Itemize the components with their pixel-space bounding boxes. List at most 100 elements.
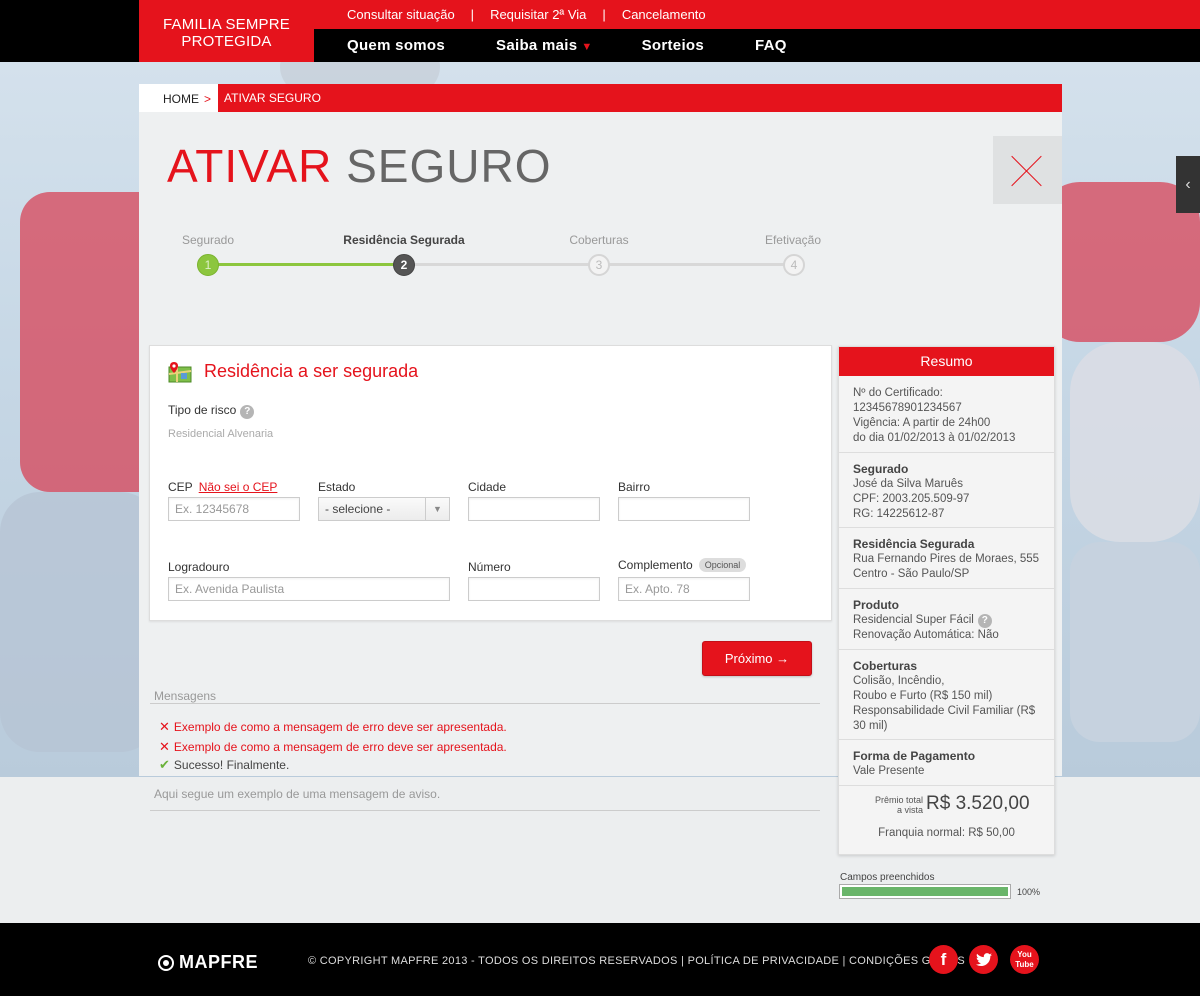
franquia: Franquia normal: R$ 50,00 [878,827,1015,839]
progress-bar-fill [842,887,1008,896]
premio-value: R$ 3.520,00 [926,793,1030,814]
facebook-icon[interactable]: f [929,945,958,974]
summary-produto-name-text: Residencial Super Fácil [853,614,974,626]
summary-vigencia-dates: do dia 01/02/2013 à 01/02/2013 [853,432,1016,444]
summary-residencia-address: Rua Fernando Pires de Moraes, 555 [853,553,1040,565]
summary-coberturas-line: Colisão, Incêndio, [853,675,945,687]
link-consultar-situacao[interactable]: Consultar situação [347,7,455,22]
step-circle-2[interactable]: 2 [393,254,415,276]
bairro-input[interactable] [618,497,750,521]
estado-label: Estado [318,480,356,494]
top-links: Consultar situação | Requisitar 2ª Via |… [347,7,706,22]
mapfre-logo-text: MAPFRE [179,952,258,972]
cidade-input[interactable] [468,497,600,521]
cep-label: CEP Não sei o CEP [168,480,277,494]
summary-produto-renovacao: Renovação Automática: Não [853,629,999,641]
summary-coberturas-title: Coberturas [853,659,918,673]
summary-produto-title: Produto [853,598,899,612]
estado-select[interactable]: - selecione - ▼ [318,497,450,521]
page-title: ATIVAR SEGURO [167,139,551,193]
summary-residencia-city: Centro - São Paulo/SP [853,568,970,580]
success-message-text: Sucesso! Finalmente. [173,758,290,772]
nav-sorteios[interactable]: Sorteios [642,37,704,54]
separator: | [602,7,606,22]
step-connector-done [210,263,405,266]
logradouro-input[interactable]: Ex. Avenida Paulista [168,577,450,601]
summary-residencia-title: Residência Segurada [853,537,975,551]
summary-panel: Resumo Nº do Certificado: 12345678901234… [838,346,1055,855]
summary-segurado-title: Segurado [853,462,909,476]
background-shape [1070,542,1200,742]
separator: | [470,7,475,22]
footer-links: © COPYRIGHT MAPFRE 2013 - TODOS OS DIREI… [308,955,965,967]
divider [150,703,820,704]
breadcrumb-home[interactable]: HOME [163,92,199,106]
link-requisitar-2via[interactable]: Requisitar 2ª Via [490,7,586,22]
cep-label-text: CEP [168,480,193,494]
form-title: Residência a ser segurada [204,361,419,381]
link-nao-sei-cep[interactable]: Não sei o CEP [199,480,278,494]
error-message-text: Exemplo de como a mensagem de erro deve … [173,720,507,734]
error-message-text: Exemplo de como a mensagem de erro deve … [173,740,507,754]
step-circle-4: 4 [783,254,805,276]
optional-badge: Opcional [698,558,747,572]
step-label-4: Efetivação [764,233,822,247]
progress-bar [839,884,1011,899]
cidade-label: Cidade [468,480,507,494]
complemento-label: Complemento Opcional [618,558,747,572]
nav-saiba-mais[interactable]: Saiba mais ▼ [496,37,593,54]
premio-label: Prêmio total a vista [861,795,923,815]
residence-form-card: Residência a ser segurada Tipo de risco?… [149,345,832,621]
copyright-text: © COPYRIGHT MAPFRE 2013 - TODOS OS DIREI… [308,955,678,967]
error-icon: ✕ [159,739,170,754]
summary-produto: Produto Residencial Super Fácil? Renovaç… [839,589,1054,650]
summary-certificate: Nº do Certificado: 12345678901234567 Vig… [839,377,1054,453]
chevron-left-icon: ‹ [1185,176,1191,193]
summary-coberturas-line: Roubo e Furto (R$ 150 mil) [853,690,993,702]
warning-message: Aqui segue um exemplo de uma mensagem de… [154,787,441,801]
summary-segurado-name: José da Silva Maruês [853,478,963,490]
premio-label-line2: a vista [896,805,923,815]
twitter-bird-icon [975,953,992,966]
summary-pagamento: Forma de Pagamento Vale Presente [839,740,1054,786]
complemento-input[interactable]: Ex. Apto. 78 [618,577,750,601]
brand-logo[interactable]: FAMILIA SEMPRE PROTEGIDA [139,0,314,62]
mapfre-logo[interactable]: MAPFRE [158,952,258,973]
map-icon [168,362,192,383]
tipo-risco-label: Tipo de risco? [168,403,255,419]
breadcrumb-current: ATIVAR SEGURO [218,84,1062,112]
link-cancelamento[interactable]: Cancelamento [622,7,706,22]
cep-input[interactable]: Ex. 12345678 [168,497,300,521]
progress-label: Campos preenchidos [840,872,935,883]
close-button[interactable] [993,136,1062,204]
step-label-3: Coberturas [569,233,629,247]
error-message: ✕ Exemplo de como a mensagem de erro deve… [159,719,507,735]
complemento-label-text: Complemento [618,558,693,572]
step-circle-3: 3 [588,254,610,276]
summary-segurado-cpf: CPF: 2003.205.509-97 [853,493,970,505]
nav-quem-somos[interactable]: Quem somos [347,37,445,54]
tipo-risco-value: Residencial Alvenaria [168,428,274,440]
success-message: ✔ Sucesso! Finalmente. [159,757,289,773]
help-icon[interactable]: ? [240,405,255,419]
bairro-label: Bairro [618,480,651,494]
help-icon[interactable]: ? [977,614,992,628]
step-label-1: Segurado [181,233,235,247]
messages-title: Mensagens [154,689,217,703]
summary-certificate-number: 12345678901234567 [853,402,962,414]
nav-faq[interactable]: FAQ [755,37,787,54]
summary-coberturas-line: Responsabilidade Civil Familiar (R$ 30 m… [853,705,1036,732]
side-panel-toggle[interactable]: ‹ [1176,156,1200,213]
next-button[interactable]: Próximo → [702,641,812,676]
numero-input[interactable] [468,577,600,601]
step-label-2: Residência Segurada [343,233,465,247]
top-bar: FAMILIA SEMPRE PROTEGIDA Consultar situa… [0,0,1200,62]
summary-segurado: Segurado José da Silva Maruês CPF: 2003.… [839,453,1054,528]
background-shape [1070,342,1200,542]
youtube-icon[interactable]: You Tube [1010,945,1039,974]
page-title-part2: SEGURO [346,140,552,192]
step-circle-1[interactable]: 1 [197,254,219,276]
twitter-icon[interactable] [969,945,998,974]
link-politica-privacidade[interactable]: POLÍTICA DE PRIVACIDADE [688,955,840,967]
nav-saiba-mais-label: Saiba mais [496,37,578,54]
